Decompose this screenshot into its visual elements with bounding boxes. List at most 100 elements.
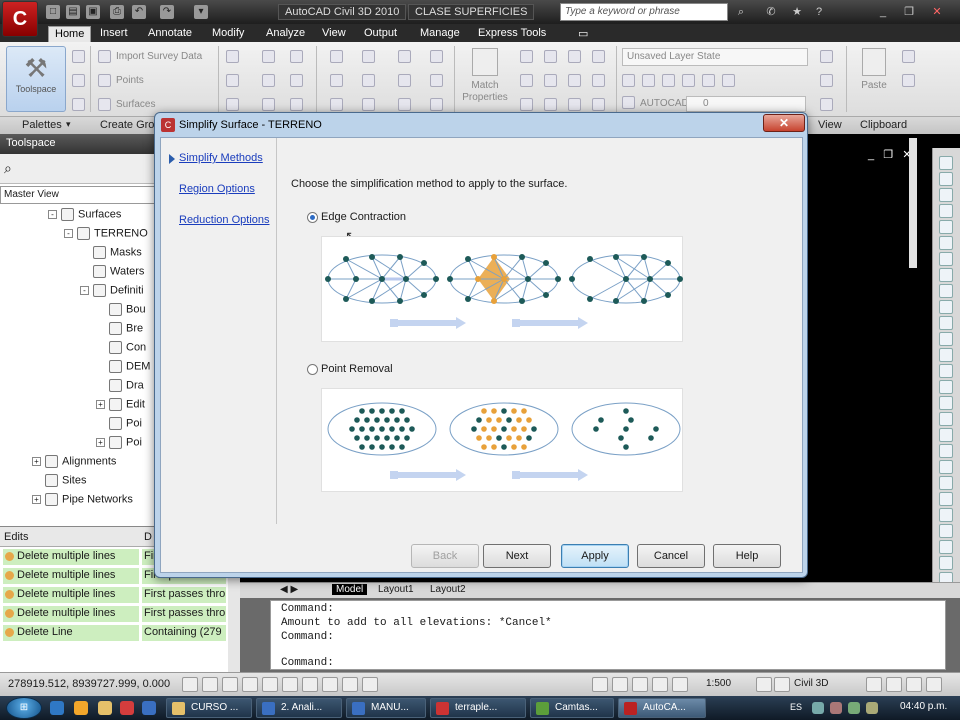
tool-icon[interactable]: [939, 204, 953, 218]
snap-icon[interactable]: [182, 677, 198, 692]
minimize-icon[interactable]: _: [868, 149, 874, 161]
ortho-icon[interactable]: [222, 677, 238, 692]
draw-icon[interactable]: [226, 98, 239, 111]
tool-icon[interactable]: [939, 412, 953, 426]
new-icon[interactable]: □: [46, 5, 60, 19]
nav-simplify-methods[interactable]: Simplify Methods: [179, 152, 263, 164]
nav-reduction-options[interactable]: Reduction Options: [179, 214, 270, 226]
palettes-dropdown-icon[interactable]: ▾: [66, 119, 71, 130]
help-icon[interactable]: ?: [812, 5, 826, 19]
tab-annotate[interactable]: Annotate: [142, 26, 198, 42]
tab-analyze[interactable]: Analyze: [260, 26, 311, 42]
annotation-icon[interactable]: [756, 677, 772, 692]
polar-icon[interactable]: [242, 677, 258, 692]
edge-contraction-radio[interactable]: [307, 212, 318, 223]
surfaces-button[interactable]: Surfaces: [116, 99, 155, 110]
tool-icon[interactable]: [939, 524, 953, 538]
layer-icon[interactable]: [520, 98, 533, 111]
tool-icon[interactable]: [939, 492, 953, 506]
tool-icon[interactable]: [939, 476, 953, 490]
edits-column-header[interactable]: Edits: [0, 527, 140, 547]
annotation-icon[interactable]: [774, 677, 790, 692]
back-button[interactable]: Back: [411, 544, 479, 568]
clean-screen-icon[interactable]: [926, 677, 942, 692]
tool-icon[interactable]: [939, 460, 953, 474]
tool-icon[interactable]: [939, 396, 953, 410]
star-icon[interactable]: ★: [790, 5, 804, 19]
tool-icon[interactable]: [939, 428, 953, 442]
application-menu-logo[interactable]: C: [2, 1, 38, 37]
search-input[interactable]: Type a keyword or phrase: [560, 3, 728, 21]
taskbar-item[interactable]: terraple...: [430, 698, 526, 718]
line-icon[interactable]: [362, 50, 375, 63]
panel-clipboard[interactable]: Clipboard: [860, 119, 907, 131]
layer-icon[interactable]: [568, 74, 581, 87]
table-row[interactable]: Delete multiple lines First passes thro: [0, 585, 228, 604]
start-button[interactable]: ⊞: [6, 697, 42, 719]
tray-icon[interactable]: [848, 702, 860, 714]
help-button[interactable]: Help: [713, 544, 781, 568]
annotation-scale[interactable]: 1:500: [706, 678, 731, 689]
expand-icon[interactable]: +: [32, 495, 41, 504]
draw-icon[interactable]: [226, 74, 239, 87]
polyline-icon[interactable]: [398, 50, 411, 63]
tree-item[interactable]: Waters: [80, 265, 144, 284]
view-icon[interactable]: [398, 98, 411, 111]
view-icon[interactable]: [820, 98, 833, 111]
taskbar-item[interactable]: 2. Anali...: [256, 698, 342, 718]
draw-icon[interactable]: [226, 50, 239, 63]
layer-icon[interactable]: [520, 50, 533, 63]
tree-item[interactable]: Con: [96, 341, 146, 360]
layer-state-dropdown[interactable]: Unsaved Layer State: [622, 48, 808, 66]
zoom-icon[interactable]: [632, 677, 648, 692]
layer-icon[interactable]: [622, 74, 635, 87]
undo-icon[interactable]: ↶: [132, 5, 146, 19]
tab-layout1[interactable]: Layout1: [374, 584, 418, 595]
view-icon[interactable]: [820, 50, 833, 63]
taskbar-item[interactable]: MANU...: [346, 698, 426, 718]
expand-icon[interactable]: +: [32, 457, 41, 466]
lineweight-icon[interactable]: [342, 677, 358, 692]
layer-icon[interactable]: [544, 98, 557, 111]
match-properties-button[interactable]: Match Properties: [462, 48, 508, 112]
tree-item[interactable]: Masks: [80, 246, 142, 265]
folder-icon[interactable]: [98, 701, 112, 715]
minimize-icon[interactable]: _: [876, 5, 890, 19]
command-line[interactable]: Command: Amount to add to all elevations…: [270, 600, 946, 670]
palette-icon[interactable]: [72, 50, 85, 63]
taskbar-item[interactable]: CURSO ...: [166, 698, 252, 718]
expand-icon[interactable]: +: [96, 400, 105, 409]
draw-icon[interactable]: [290, 98, 303, 111]
steering-wheel-icon[interactable]: [652, 677, 668, 692]
command-prompt[interactable]: Command:: [281, 657, 334, 669]
point-removal-radio[interactable]: [307, 364, 318, 375]
tab-manage[interactable]: Manage: [414, 26, 466, 42]
copy-icon[interactable]: [902, 74, 915, 87]
tool-icon[interactable]: [939, 236, 953, 250]
rotate-icon[interactable]: [430, 74, 443, 87]
draw-icon[interactable]: [290, 50, 303, 63]
volume-icon[interactable]: [866, 702, 878, 714]
clock[interactable]: 04:40 p.m.: [900, 701, 947, 712]
point-removal-label[interactable]: Point Removal: [321, 363, 393, 375]
osnap-icon[interactable]: [262, 677, 278, 692]
tree-item[interactable]: + Poi: [96, 436, 142, 455]
layer-icon[interactable]: [520, 74, 533, 87]
model-icon[interactable]: [592, 677, 608, 692]
tool-icon[interactable]: [939, 508, 953, 522]
layer-icon[interactable]: [682, 74, 695, 87]
tree-item[interactable]: DEM: [96, 360, 150, 379]
view-icon[interactable]: [820, 74, 833, 87]
tool-icon[interactable]: [939, 252, 953, 266]
next-button[interactable]: Next: [483, 544, 551, 568]
internet-explorer-icon[interactable]: [50, 701, 64, 715]
nav-region-options[interactable]: Region Options: [179, 183, 255, 195]
save-icon[interactable]: ▣: [86, 5, 100, 19]
tool-icon[interactable]: [939, 556, 953, 570]
dyn-icon[interactable]: [322, 677, 338, 692]
tool-icon[interactable]: [939, 364, 953, 378]
layer-icon[interactable]: [622, 96, 635, 109]
draw-icon[interactable]: [262, 98, 275, 111]
tree-item[interactable]: - Definiti: [80, 284, 144, 303]
cut-icon[interactable]: [902, 50, 915, 63]
